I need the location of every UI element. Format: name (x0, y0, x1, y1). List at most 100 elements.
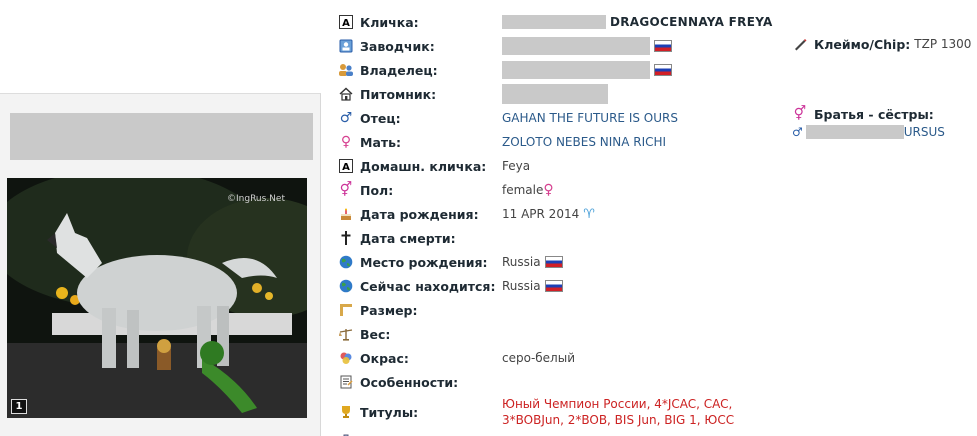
row-weight: Вес: (338, 324, 390, 344)
svg-text:A: A (342, 162, 350, 173)
titles-line-1: Юный Чемпион России, 4*JCAC, CAC, (502, 397, 733, 411)
siblings-header: ⚥ Братья - сёстры: (792, 106, 945, 122)
sibling-name-suffix[interactable]: URSUS (904, 125, 945, 139)
label-home-name: Домашн. кличка: (360, 158, 487, 174)
label-weight: Вес: (360, 326, 391, 342)
titles-line-2: 3*BOBJun, 2*BOB, BIS Jun, BIG 1, ЮСС (502, 413, 735, 427)
label-nickname: Кличка: (360, 14, 419, 30)
svg-text:A: A (342, 18, 350, 29)
dog-photo[interactable]: ©IngRus.Net 1 (7, 178, 307, 418)
dog-photo-image (7, 178, 307, 418)
birth-place-text: Russia (502, 255, 541, 269)
row-features: Особенности: (338, 372, 458, 392)
sibling-item[interactable]: ♂ URSUS (792, 125, 945, 139)
pen-icon (792, 36, 808, 52)
male-icon: ♂ (339, 110, 353, 126)
female-icon: ♀ (340, 134, 352, 150)
value-owner (502, 60, 672, 80)
row-kennel: Питомник: (338, 84, 608, 104)
label-owner: Владелец: (360, 62, 438, 78)
redacted-sibling-name (805, 125, 904, 139)
palette-icon (338, 350, 354, 366)
photo-panel: ©IngRus.Net 1 (0, 93, 321, 436)
photo-watermark: ©IngRus.Net (227, 194, 285, 204)
chip-block: Клеймо/Chip: TZP 1300 (792, 36, 971, 52)
notepad-icon (338, 374, 354, 390)
location-text: Russia (502, 279, 541, 293)
value-sex: female ♀ (502, 180, 554, 200)
redacted-title (10, 113, 313, 160)
bottle-icon (338, 430, 354, 436)
value-nickname: DRAGOCENNAYA FREYA (502, 12, 773, 32)
value-mother: ZOLOTO NEBES NINA RICHI (502, 132, 666, 152)
row-location: Сейчас находится: Russia (338, 276, 563, 296)
photo-index-badge[interactable]: 1 (11, 399, 27, 414)
label-breeder: Заводчик: (360, 38, 435, 54)
sex-text: female (502, 183, 544, 197)
russia-flag-icon (654, 40, 672, 52)
label-size: Размер: (360, 302, 418, 318)
male-icon: ♂ (792, 125, 803, 139)
value-color: серо-белый (502, 351, 575, 365)
russia-flag-icon (654, 64, 672, 76)
value-location: Russia (502, 276, 563, 296)
label-color: Окрас: (360, 350, 409, 366)
aries-icon: ♈ (583, 206, 595, 222)
redacted-owner (502, 61, 650, 79)
label-death-date: Дата смерти: (360, 230, 456, 246)
cake-icon (338, 206, 354, 222)
russia-flag-icon (544, 280, 563, 292)
label-birth-date: Дата рождения: (360, 206, 479, 222)
nickname-text: DRAGOCENNAYA FREYA (610, 15, 773, 29)
label-kennel: Питомник: (360, 86, 437, 102)
redacted-prefix (502, 15, 606, 29)
gender-icon: ⚥ (793, 106, 807, 122)
female-icon: ♀ (543, 182, 554, 198)
row-nickname: A Кличка: DRAGOCENNAYA FREYA (338, 12, 772, 32)
row-sex: ⚥ Пол: female ♀ (338, 180, 554, 200)
value-chip: TZP 1300 (914, 37, 972, 51)
redacted-breeder (502, 37, 650, 55)
label-sex: Пол: (360, 182, 394, 198)
row-owner: Владелец: (338, 60, 672, 80)
row-size: Размер: (338, 300, 418, 320)
house-icon (338, 86, 354, 102)
mother-link[interactable]: ZOLOTO NEBES NINA RICHI (502, 135, 666, 149)
row-mother: ♀ Мать: ZOLOTO NEBES NINA RICHI (338, 132, 666, 152)
value-home-name: Feya (502, 159, 531, 173)
value-titles: Юный Чемпион России, 4*JCAC, CAC, 3*BOBJ… (502, 396, 734, 428)
row-next-partial (338, 428, 360, 436)
label-location: Сейчас находится: (360, 278, 496, 294)
value-birth-date: 11 APR 2014 ♈ (502, 204, 595, 224)
gender-icon: ⚥ (339, 182, 353, 198)
label-birth-place: Место рождения: (360, 254, 488, 270)
cross-icon (338, 230, 354, 246)
people-icon (338, 62, 354, 78)
scale-icon (338, 326, 354, 342)
ruler-icon (338, 302, 354, 318)
label-chip: Клеймо/Chip: (814, 36, 911, 52)
value-kennel (502, 84, 608, 104)
letter-a-icon: A (338, 158, 354, 174)
left-top-blank (0, 0, 320, 90)
label-features: Особенности: (360, 374, 459, 390)
label-titles: Титулы: (360, 404, 419, 420)
label-father: Отец: (360, 110, 401, 126)
row-death-date: Дата смерти: (338, 228, 456, 248)
label-siblings: Братья - сёстры: (814, 106, 934, 122)
russia-flag-icon (544, 256, 563, 268)
trophy-icon (338, 404, 354, 420)
row-birth-place: Место рождения: Russia (338, 252, 563, 272)
letter-a-icon: A (338, 14, 354, 30)
father-link[interactable]: GAHAN THE FUTURE IS OURS (502, 111, 678, 125)
value-birth-place: Russia (502, 252, 563, 272)
value-breeder (502, 36, 672, 56)
row-color: Окрас: серо-белый (338, 348, 575, 368)
globe-icon (338, 254, 354, 270)
row-breeder: Заводчик: (338, 36, 672, 56)
row-father: ♂ Отец: GAHAN THE FUTURE IS OURS (338, 108, 678, 128)
row-birth-date: Дата рождения: 11 APR 2014 ♈ (338, 204, 595, 224)
row-home-name: A Домашн. кличка: Feya (338, 156, 530, 176)
birth-date-text: 11 APR 2014 (502, 207, 580, 221)
siblings-block: ⚥ Братья - сёстры: ♂ URSUS (792, 106, 945, 139)
